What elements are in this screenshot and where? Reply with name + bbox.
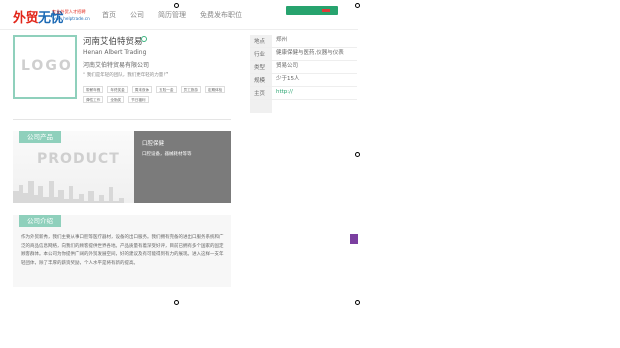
info-row-homepage: 主页 http:// — [250, 87, 357, 100]
about-title: 公司介绍 — [19, 215, 61, 227]
verified-icon — [141, 36, 147, 42]
nav-resume-manage[interactable]: 简历管理 — [158, 10, 186, 20]
header-action-button[interactable] — [286, 6, 338, 15]
resize-handle[interactable] — [355, 300, 360, 305]
resize-handle[interactable] — [174, 3, 179, 8]
nav-company[interactable]: 公司 — [130, 10, 144, 20]
product-title: 口腔保健 — [142, 141, 165, 147]
info-value: 少于15人 — [276, 76, 300, 82]
product-card[interactable]: 口腔保健 口腔设备，器械耗材等等 — [134, 131, 231, 203]
info-row-size: 规模 少于15人 — [250, 74, 357, 87]
section-divider — [13, 119, 231, 120]
resize-handle[interactable] — [355, 152, 360, 157]
benefit-tag: 周末双休 — [131, 86, 153, 93]
info-value: 健康保健与医药,仪器与仪表 — [276, 50, 344, 56]
info-value: 郑州 — [276, 37, 288, 43]
info-label: 地点 — [254, 39, 266, 45]
benefit-tag: 员工旅游 — [180, 86, 201, 93]
info-label: 行业 — [254, 52, 266, 58]
badge-icon — [322, 9, 330, 12]
about-text: 作为外贸新秀，我们主要从事口腔等医疗器材，设备的出口服务。我们拥有完备的进出口服… — [21, 235, 224, 266]
company-info-table: 地点 郑州 行业 健康保健与医药,仪器与仪表 类型 贸易公司 规模 少于15人 主页 ht… — [250, 35, 357, 113]
close-quote-icon: ” — [165, 71, 169, 79]
benefit-tags: 带薪年假 年终奖金 周末双休 五险一金 员工旅游 定期体检 弹性工作 全勤奖 节… — [83, 86, 231, 103]
benefit-tag: 弹性工作 — [83, 96, 104, 103]
benefit-tag: 五险一金 — [156, 86, 177, 93]
site-header: 外贸无忧 专业外贸人才招聘 www.helptrade.cn 首页 公司 简历管… — [0, 0, 358, 30]
logo-url: www.helptrade.cn — [52, 16, 90, 21]
benefit-tag: 年终奖金 — [107, 86, 128, 93]
benefit-tag: 全勤奖 — [107, 96, 125, 103]
resize-handle[interactable] — [174, 300, 179, 305]
benefit-tag: 节日福利 — [128, 96, 149, 103]
info-label: 规模 — [254, 78, 266, 84]
side-panel — [350, 234, 358, 296]
nav-post-job[interactable]: 免费发布职位 — [200, 10, 242, 20]
logo-text-red: 外贸 — [13, 11, 39, 26]
company-full-name: 河南艾伯特贸易有限公司 — [83, 62, 150, 69]
resize-handle[interactable] — [355, 3, 360, 8]
company-logo: LOGO — [13, 35, 77, 99]
info-label: 类型 — [254, 65, 266, 71]
skyline-icon — [13, 181, 124, 203]
page: 外贸无忧 专业外贸人才招聘 www.helptrade.cn 首页 公司 简历管… — [0, 0, 620, 348]
company-quote-text: 我们是年轻的团队，我们更年轻的力量！ — [86, 73, 168, 78]
company-quote: “ 我们是年轻的团队，我们更年轻的力量！ — [83, 73, 168, 78]
info-row-type: 类型 贸易公司 — [250, 61, 357, 74]
benefit-tag: 定期体检 — [204, 86, 226, 93]
info-row-industry: 行业 健康保健与医药,仪器与仪表 — [250, 48, 357, 61]
main-nav: 首页 公司 简历管理 免费发布职位 — [102, 10, 256, 20]
product-description: 口腔设备，器械耗材等等 — [142, 152, 192, 157]
company-card: LOGO 河南艾伯特贸易 Henan Albert Trading 河南艾伯特贸… — [13, 35, 231, 117]
homepage-link[interactable]: http:// — [276, 89, 357, 97]
company-logo-text: LOGO — [21, 58, 73, 74]
company-name: 河南艾伯特贸易 — [83, 37, 143, 47]
side-panel-accent — [350, 234, 358, 244]
company-english-name: Henan Albert Trading — [83, 49, 147, 56]
nav-home[interactable]: 首页 — [102, 10, 116, 20]
product-placeholder-text: PRODUCT — [37, 151, 120, 167]
info-row-location: 地点 郑州 — [250, 35, 357, 48]
info-label: 主页 — [254, 91, 266, 97]
benefit-tag: 带薪年假 — [83, 86, 104, 93]
products-title: 公司产品 — [19, 131, 61, 143]
info-value: 贸易公司 — [276, 63, 299, 69]
logo-tagline: 专业外贸人才招聘 — [52, 9, 86, 14]
